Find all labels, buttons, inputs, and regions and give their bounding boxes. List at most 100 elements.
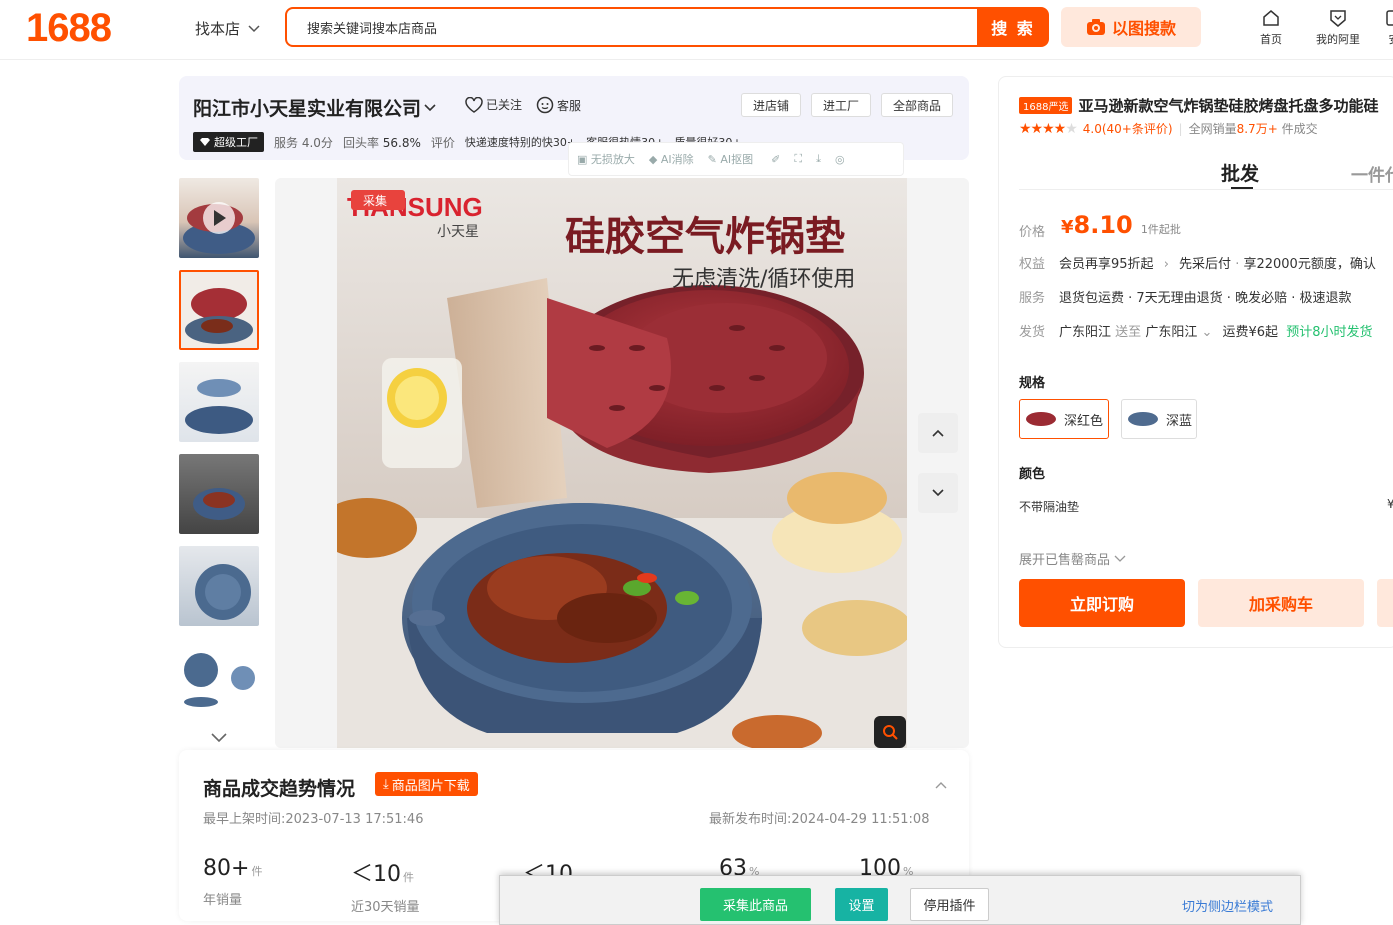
spec-option-label: 深红色 — [1064, 410, 1103, 429]
add-to-cart-button[interactable]: 加采购车 — [1198, 579, 1364, 627]
ai-cutout-tool[interactable]: ✎ AI抠图 — [708, 151, 754, 167]
trend-title: 商品成交趋势情况 — [203, 774, 355, 801]
enter-factory-button[interactable]: 进工厂 — [811, 93, 871, 117]
customer-service-button[interactable]: 客服 — [536, 96, 581, 114]
thumbnail[interactable] — [179, 638, 259, 718]
thumbnail[interactable] — [179, 362, 259, 442]
tab-wholesale[interactable]: 批发 — [1221, 159, 1259, 186]
benefit-label: 权益 — [1019, 253, 1045, 272]
lossless-zoom-tool[interactable]: ▣ 无损放大 — [577, 151, 635, 167]
services[interactable]: 退货包运费 · 7天无理由退货 · 晚发必赔 · 极速退款 — [1059, 287, 1351, 306]
repurchase-label: 回头率 — [343, 136, 379, 150]
chevron-down-icon — [210, 732, 228, 744]
follow-label: 已关注 — [486, 96, 522, 113]
main-product-image[interactable]: TIANSUNG 小天星 硅胶空气炸锅垫 无虑清洗/循环使用 采集 — [337, 178, 907, 748]
thumbnail-image — [179, 178, 259, 258]
collapse-button[interactable] — [935, 778, 947, 793]
top-header: 1688 找本店 搜索关键词搜本店商品 搜 索 以图搜款 首页 我的阿里 安 — [0, 0, 1393, 60]
image-tool-bar: ▣ 无损放大 ◆ AI消除 ✎ AI抠图 ✐ ⛶ ⤓ ◎ — [568, 142, 904, 176]
edit-icon[interactable]: ✐ — [771, 153, 780, 166]
thumbnail-selected[interactable] — [179, 270, 259, 350]
freight: 运费¥6起 — [1223, 325, 1279, 340]
rating-value[interactable]: 4.0(40+条评价) — [1083, 120, 1173, 137]
spec-option-label: 深蓝 — [1166, 410, 1192, 429]
image-prev-button[interactable] — [918, 413, 958, 453]
price-label: 价格 — [1019, 221, 1045, 240]
thumbnail[interactable] — [179, 454, 259, 534]
expand-soldout[interactable]: 展开已售罄商品 — [1019, 549, 1126, 568]
latest-value: 2024-04-29 11:51:08 — [791, 812, 929, 827]
disable-plugin-button[interactable]: 停用插件 — [910, 888, 989, 921]
nav-home[interactable]: 首页 — [1260, 8, 1282, 47]
thumbnail[interactable] — [179, 546, 259, 626]
thumbnail-video[interactable] — [179, 178, 259, 258]
stat-value: ＜10 — [351, 862, 401, 887]
ai-erase-label: AI消除 — [661, 153, 694, 166]
super-factory-badge: 超级工厂 — [193, 132, 264, 152]
chevron-up-icon — [931, 428, 945, 438]
crop-icon[interactable]: ⛶ — [794, 152, 802, 166]
product-info-panel: 1688严选 亚马逊新款空气炸锅垫硅胶烤盘托盘多功能硅 ★★★★★ 4.0(40… — [998, 76, 1393, 648]
image-search-label: 以图搜款 — [1112, 15, 1176, 39]
diamond-icon — [199, 137, 211, 147]
spec-option[interactable]: 深蓝 — [1121, 399, 1197, 439]
all-products-button[interactable]: 全部商品 — [881, 93, 953, 117]
app-icon — [1384, 8, 1393, 28]
image-search-button[interactable]: 以图搜款 — [1061, 7, 1201, 47]
spec-option-selected[interactable]: 深红色 — [1019, 399, 1109, 439]
buy-now-button[interactable]: 立即订购 — [1019, 579, 1185, 627]
benefit-text-2: 先采后付 — [1179, 257, 1231, 272]
thumbnails-scroll-down[interactable] — [210, 732, 228, 748]
ship-row[interactable]: 广东阳江 送至 广东阳江 ⌄ 运费¥6起 预计8小时发货 — [1059, 321, 1372, 340]
find-shop-dropdown[interactable]: 找本店 — [195, 18, 260, 39]
download-images-button[interactable]: ⤓ 商品图片下载 — [375, 772, 478, 796]
search-input[interactable]: 搜索关键词搜本店商品 — [285, 7, 979, 47]
thumbnail-image — [179, 362, 259, 442]
stat-annual-sales: 80+件 年销量 — [203, 856, 262, 908]
download-icon[interactable]: ⤓ — [816, 152, 821, 166]
site-logo[interactable]: 1688 — [26, 6, 111, 51]
chevron-down-icon — [931, 488, 945, 498]
price-value: 8.10 — [1074, 211, 1133, 239]
image-next-button[interactable] — [918, 473, 958, 513]
nav-my-ali-label: 我的阿里 — [1316, 33, 1360, 46]
ai-cutout-label: AI抠图 — [720, 153, 753, 166]
enter-shop-button[interactable]: 进店铺 — [741, 93, 801, 117]
image-search-float-button[interactable] — [874, 716, 906, 748]
sales-value: 8.7万+ — [1237, 122, 1278, 136]
brand-cn: 小天星 — [437, 224, 479, 240]
badge-label: 超级工厂 — [214, 134, 258, 150]
nav-app[interactable]: 安 — [1384, 8, 1393, 47]
benefit-text-3: 享22000元额度，确认 — [1243, 257, 1375, 272]
color-option: 不带隔油垫 — [1019, 498, 1079, 515]
product-photo: TIANSUNG 小天星 硅胶空气炸锅垫 无虑清洗/循环使用 采集 — [337, 178, 907, 748]
stat-value: 80+ — [203, 856, 249, 881]
follow-button[interactable]: 已关注 — [465, 96, 522, 113]
moq: 1件起批 — [1141, 223, 1181, 236]
search-placeholder: 搜索关键词搜本店商品 — [307, 18, 437, 37]
shop-name[interactable]: 阳江市小天星实业有限公司 — [193, 94, 437, 121]
ship-label: 发货 — [1019, 321, 1045, 340]
camera-icon — [1086, 18, 1106, 36]
search-button[interactable]: 搜 索 — [977, 7, 1049, 47]
chevron-down-icon — [248, 25, 260, 33]
service-label: 客服 — [557, 97, 581, 114]
benefit-row[interactable]: 会员再享95折起 › 先采后付 · 享22000元额度，确认 — [1059, 253, 1376, 272]
collect-product-button[interactable]: 采集此商品 — [700, 888, 811, 921]
divider — [1019, 189, 1393, 190]
smile-icon — [536, 96, 554, 114]
tab-dropship[interactable]: 一件代 — [1351, 161, 1393, 186]
settings-icon[interactable]: ◎ — [835, 153, 845, 166]
plugin-settings-button[interactable]: 设置 — [835, 888, 888, 921]
ai-erase-tool[interactable]: ◆ AI消除 — [649, 151, 694, 167]
sidebar-mode-link[interactable]: 切为侧边栏模式 — [1182, 896, 1273, 915]
product-title: 亚马逊新款空气炸锅垫硅胶烤盘托盘多功能硅 — [1078, 95, 1378, 116]
price-hint-cutoff: ¥ — [1387, 497, 1393, 511]
sales-label: 全网销量 — [1189, 122, 1237, 136]
ship-to-word: 送至 — [1115, 325, 1141, 340]
download-icon: ⤓ — [383, 777, 389, 792]
repurchase-rate: 回头率 56.8% — [343, 134, 421, 151]
nav-my-ali[interactable]: 我的阿里 — [1316, 8, 1360, 47]
more-button[interactable] — [1377, 579, 1393, 627]
nav-home-label: 首页 — [1260, 33, 1282, 46]
